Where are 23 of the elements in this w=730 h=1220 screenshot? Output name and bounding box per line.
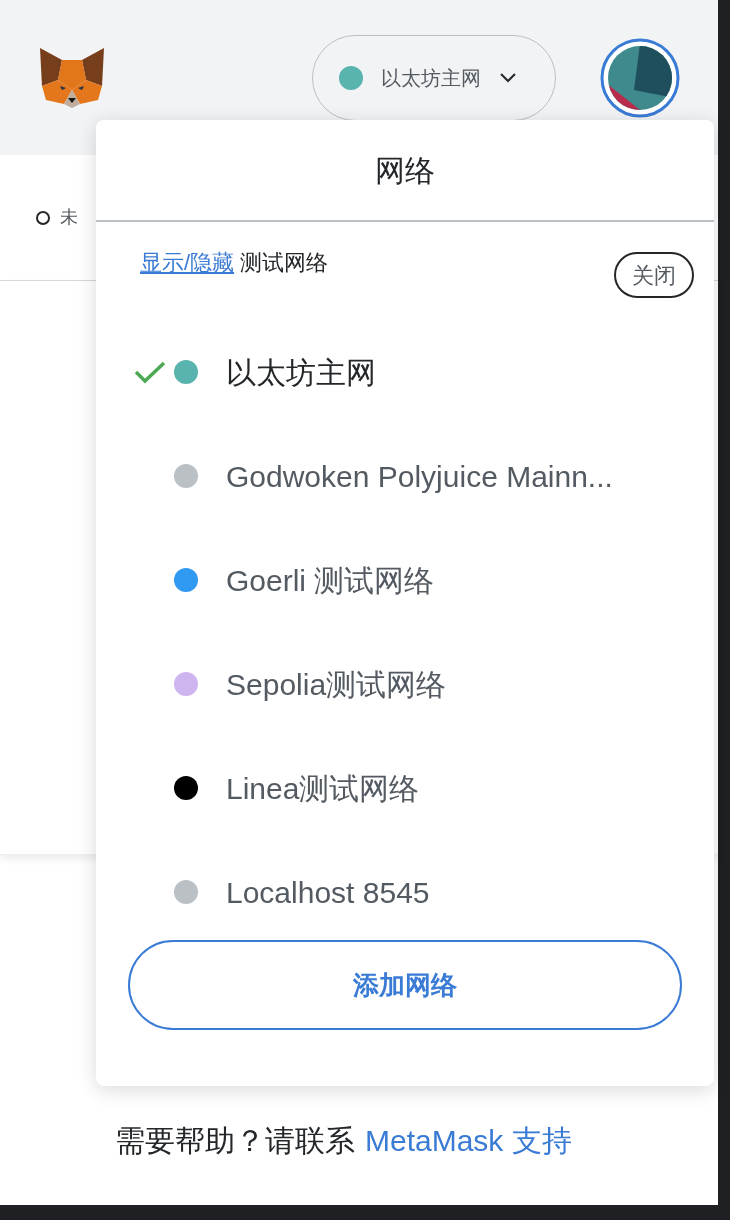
network-item[interactable]: Goerli 测试网络	[96, 528, 714, 632]
add-network-button[interactable]: 添加网络	[128, 940, 682, 1030]
network-name: Linea测试网络	[226, 770, 420, 807]
network-name: Godwoken Polyjuice Mainn...	[226, 458, 613, 495]
chevron-down-icon	[499, 71, 517, 84]
network-name: Sepolia测试网络	[226, 666, 447, 703]
network-item[interactable]: Linea测试网络	[96, 736, 714, 840]
check-icon	[134, 360, 166, 384]
network-name: 以太坊主网	[226, 354, 376, 391]
connection-status: 未	[60, 206, 78, 229]
close-button[interactable]: 关闭	[614, 252, 694, 298]
network-item[interactable]: Sepolia测试网络	[96, 632, 714, 736]
show-hide-link[interactable]: 显示/隐藏	[140, 250, 235, 275]
support-link[interactable]: MetaMask 支持	[365, 1118, 572, 1163]
help-text: 需要帮助？请联系	[115, 1123, 355, 1159]
network-name: Goerli 测试网络	[226, 562, 435, 599]
network-name: Localhost 8545	[226, 874, 430, 911]
network-item[interactable]: 以太坊主网	[96, 320, 714, 424]
network-item[interactable]: Godwoken Polyjuice Mainn...	[96, 424, 714, 528]
menu-title: 网络	[375, 152, 435, 189]
test-networks-label: 测试网络	[240, 250, 329, 275]
fox-logo-icon	[38, 45, 106, 110]
account-avatar-icon[interactable]	[600, 37, 680, 118]
